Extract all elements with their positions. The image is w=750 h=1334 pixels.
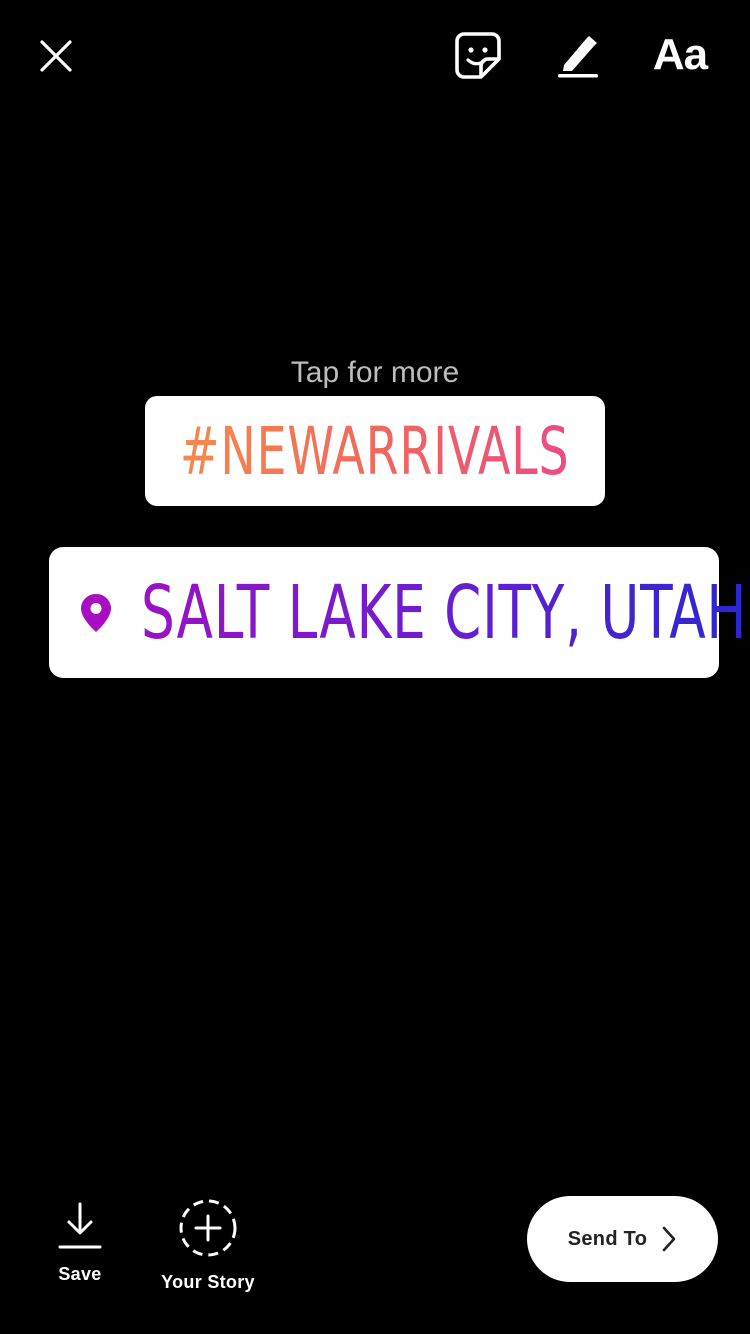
marker-icon bbox=[558, 36, 598, 78]
location-sticker[interactable]: SALT LAKE CITY, UTAH bbox=[49, 547, 746, 678]
location-sticker-text: SALT LAKE CITY, UTAH bbox=[141, 569, 748, 656]
send-to-button[interactable]: Send To bbox=[527, 1196, 718, 1282]
location-pin-icon bbox=[81, 593, 111, 632]
hashtag-sticker[interactable]: #NEWARRIVALS bbox=[145, 396, 605, 506]
your-story-button[interactable]: Your Story bbox=[150, 1198, 266, 1293]
hashtag-sticker-text: #NEWARRIVALS bbox=[180, 412, 570, 490]
close-icon bbox=[40, 40, 72, 72]
save-button[interactable]: Save bbox=[44, 1200, 116, 1285]
tap-for-more-hint: Tap for more bbox=[290, 356, 460, 389]
sticker-button[interactable] bbox=[450, 28, 506, 84]
top-toolbar: Aa bbox=[0, 0, 750, 110]
chevron-right-icon bbox=[662, 1226, 676, 1252]
close-button[interactable] bbox=[28, 28, 84, 84]
sticker-icon bbox=[455, 32, 501, 79]
send-to-label: Send To bbox=[567, 1227, 648, 1250]
your-story-label: Your Story bbox=[161, 1272, 255, 1292]
download-icon bbox=[58, 1202, 102, 1249]
text-tool-button[interactable]: Aa bbox=[640, 22, 720, 88]
add-story-icon bbox=[179, 1199, 237, 1257]
save-label: Save bbox=[58, 1264, 102, 1284]
draw-button[interactable] bbox=[550, 28, 606, 84]
